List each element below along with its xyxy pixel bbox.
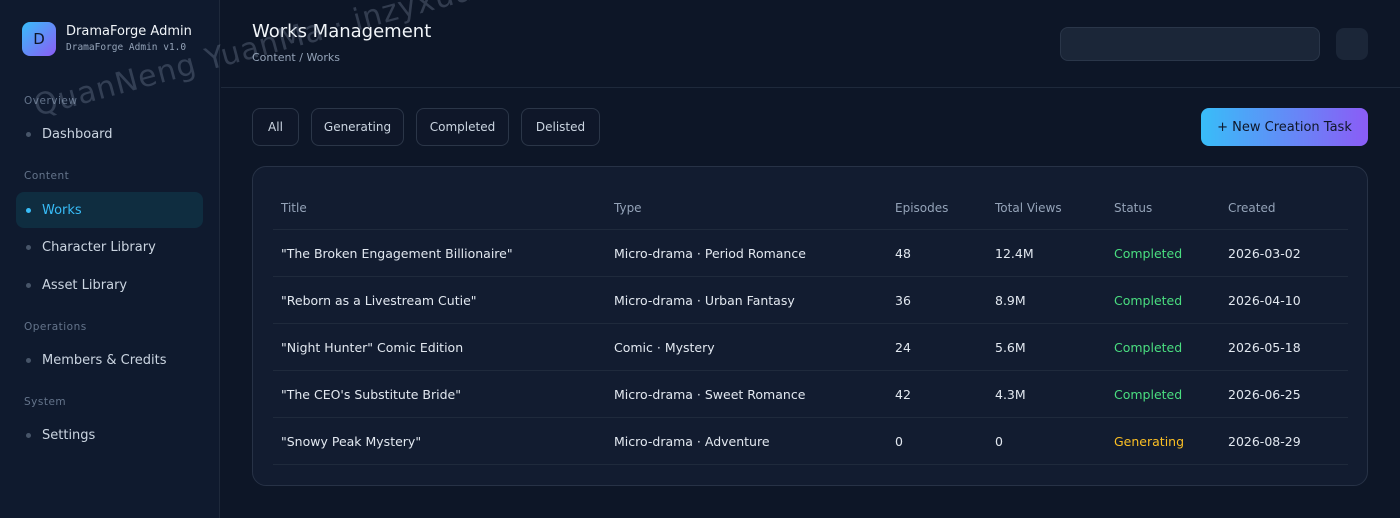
nav-section-operations: Operations [24,321,87,333]
bullet-icon [26,131,31,137]
nav-section-content: Content [24,170,70,182]
cell-type: Comic · Mystery [614,340,715,355]
filter-generating[interactable]: Generating [311,108,404,146]
sidebar-item-label: Asset Library [42,277,128,293]
column-header-episodes: Episodes [895,201,949,215]
bullet-icon [26,282,31,288]
cell-title: "The Broken Engagement Billionaire" [281,246,513,261]
page-title: Works Management [252,21,432,42]
cell-views: 5.6M [995,340,1026,355]
cell-title: "Snowy Peak Mystery" [281,434,422,449]
brand-logo: D [22,22,56,56]
filter-delisted[interactable]: Delisted [521,108,600,146]
row-divider [273,464,1348,465]
bullet-icon [26,432,31,438]
cell-created: 2026-08-29 [1228,434,1301,449]
column-header-status: Status [1114,201,1153,215]
row-divider [273,370,1348,371]
notification-button[interactable] [1336,28,1368,60]
sidebar-item-members-credits[interactable]: Members & Credits [16,342,203,378]
column-header-type: Type [614,201,642,215]
new-creation-task-button[interactable]: + New Creation Task [1201,108,1368,146]
cell-episodes: 42 [895,387,911,402]
filter-completed[interactable]: Completed [416,108,509,146]
column-header-total-views: Total Views [995,201,1062,215]
sidebar-item-label: Settings [42,427,96,443]
row-divider [273,417,1348,418]
row-divider [273,276,1348,277]
status-badge: Completed [1114,246,1183,261]
cell-created: 2026-03-02 [1228,246,1301,261]
cell-type: Micro-drama · Urban Fantasy [614,293,795,308]
works-table: Title Type Episodes Total Views Status C… [252,166,1368,486]
cell-type: Micro-drama · Sweet Romance [614,387,806,402]
column-header-title: Title [281,201,307,215]
cell-created: 2026-04-10 [1228,293,1301,308]
cell-type: Micro-drama · Adventure [614,434,770,449]
nav-section-system: System [24,396,67,408]
nav-section-overview: Overview [24,95,78,107]
status-badge: Completed [1114,340,1183,355]
sidebar-item-dashboard[interactable]: Dashboard [16,116,203,152]
sidebar-item-works[interactable]: Works [16,192,203,228]
status-badge: Completed [1114,293,1183,308]
bullet-icon [26,357,31,363]
bullet-icon [26,244,31,250]
sidebar: D DramaForge Admin DramaForge Admin v1.0… [0,0,220,518]
bullet-icon [26,207,31,213]
breadcrumb: Content / Works [252,51,341,64]
cell-created: 2026-06-25 [1228,387,1301,402]
search-input[interactable] [1060,27,1320,61]
status-badge: Completed [1114,387,1183,402]
cell-views: 8.9M [995,293,1026,308]
filter-all[interactable]: All [252,108,299,146]
brand-title: DramaForge Admin [66,24,192,39]
header-divider [273,229,1348,230]
sidebar-item-label: Works [42,202,82,218]
sidebar-item-settings[interactable]: Settings [16,417,203,453]
sidebar-item-character-library[interactable]: Character Library [16,229,203,265]
status-badge: Generating [1114,434,1185,449]
sidebar-item-label: Members & Credits [42,352,167,368]
brand: D DramaForge Admin DramaForge Admin v1.0 [22,22,192,56]
sidebar-item-label: Dashboard [42,126,113,142]
cell-title: "Reborn as a Livestream Cutie" [281,293,477,308]
cell-episodes: 0 [895,434,903,449]
column-header-created: Created [1228,201,1276,215]
sidebar-item-asset-library[interactable]: Asset Library [16,267,203,303]
cell-title: "Night Hunter" Comic Edition [281,340,464,355]
topbar: Works Management Content / Works [221,0,1400,88]
cell-episodes: 48 [895,246,911,261]
cell-views: 12.4M [995,246,1034,261]
cell-type: Micro-drama · Period Romance [614,246,806,261]
cell-views: 0 [995,434,1003,449]
cell-episodes: 24 [895,340,911,355]
brand-subtitle: DramaForge Admin v1.0 [66,42,187,53]
cell-created: 2026-05-18 [1228,340,1301,355]
row-divider [273,323,1348,324]
cell-title: "The CEO's Substitute Bride" [281,387,461,402]
cell-views: 4.3M [995,387,1026,402]
sidebar-item-label: Character Library [42,239,156,255]
cell-episodes: 36 [895,293,911,308]
